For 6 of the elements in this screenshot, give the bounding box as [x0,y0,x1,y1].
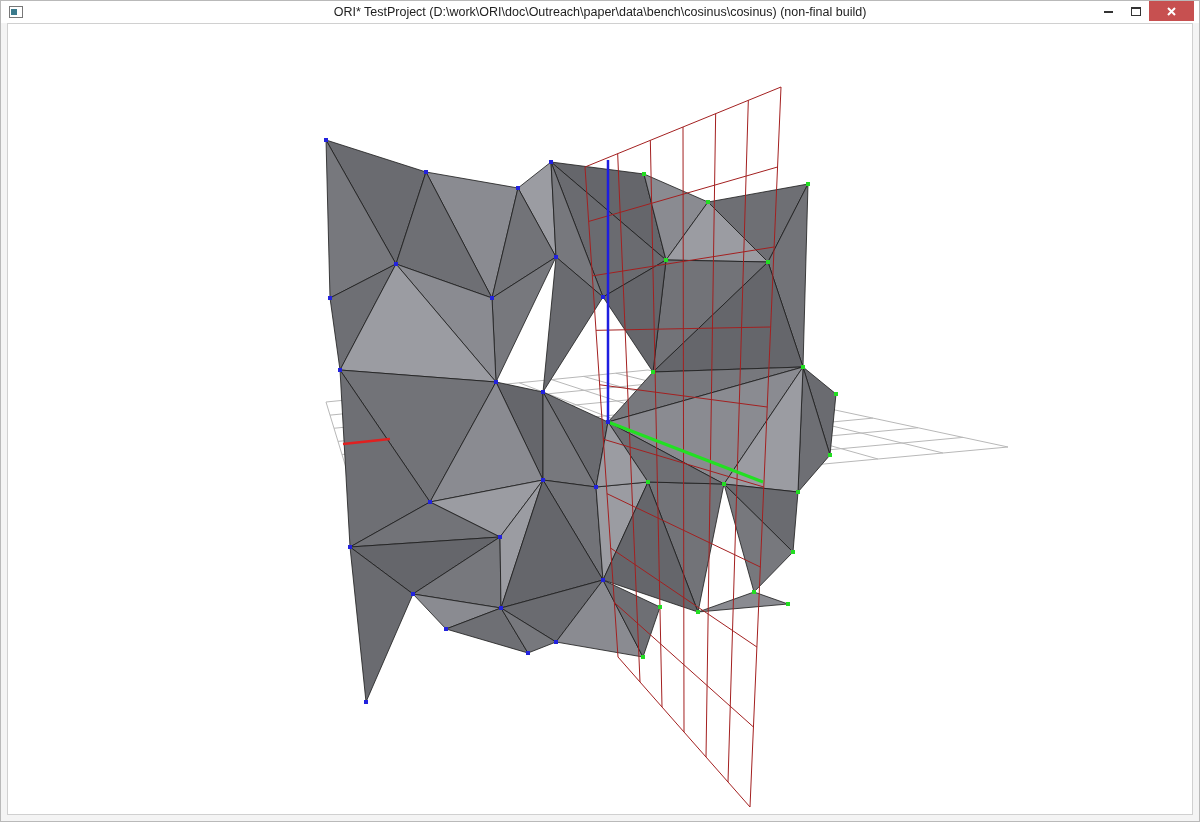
maximize-icon [1130,6,1141,16]
window-title: ORI* TestProject (D:\work\ORI\doc\Outreach\paper\data\bench\cosinus\cosinus) (non-final build) [333,3,867,21]
close-button[interactable] [1149,1,1194,21]
app-icon [9,6,23,18]
close-icon [1167,6,1176,16]
minimize-icon [1104,9,1113,13]
